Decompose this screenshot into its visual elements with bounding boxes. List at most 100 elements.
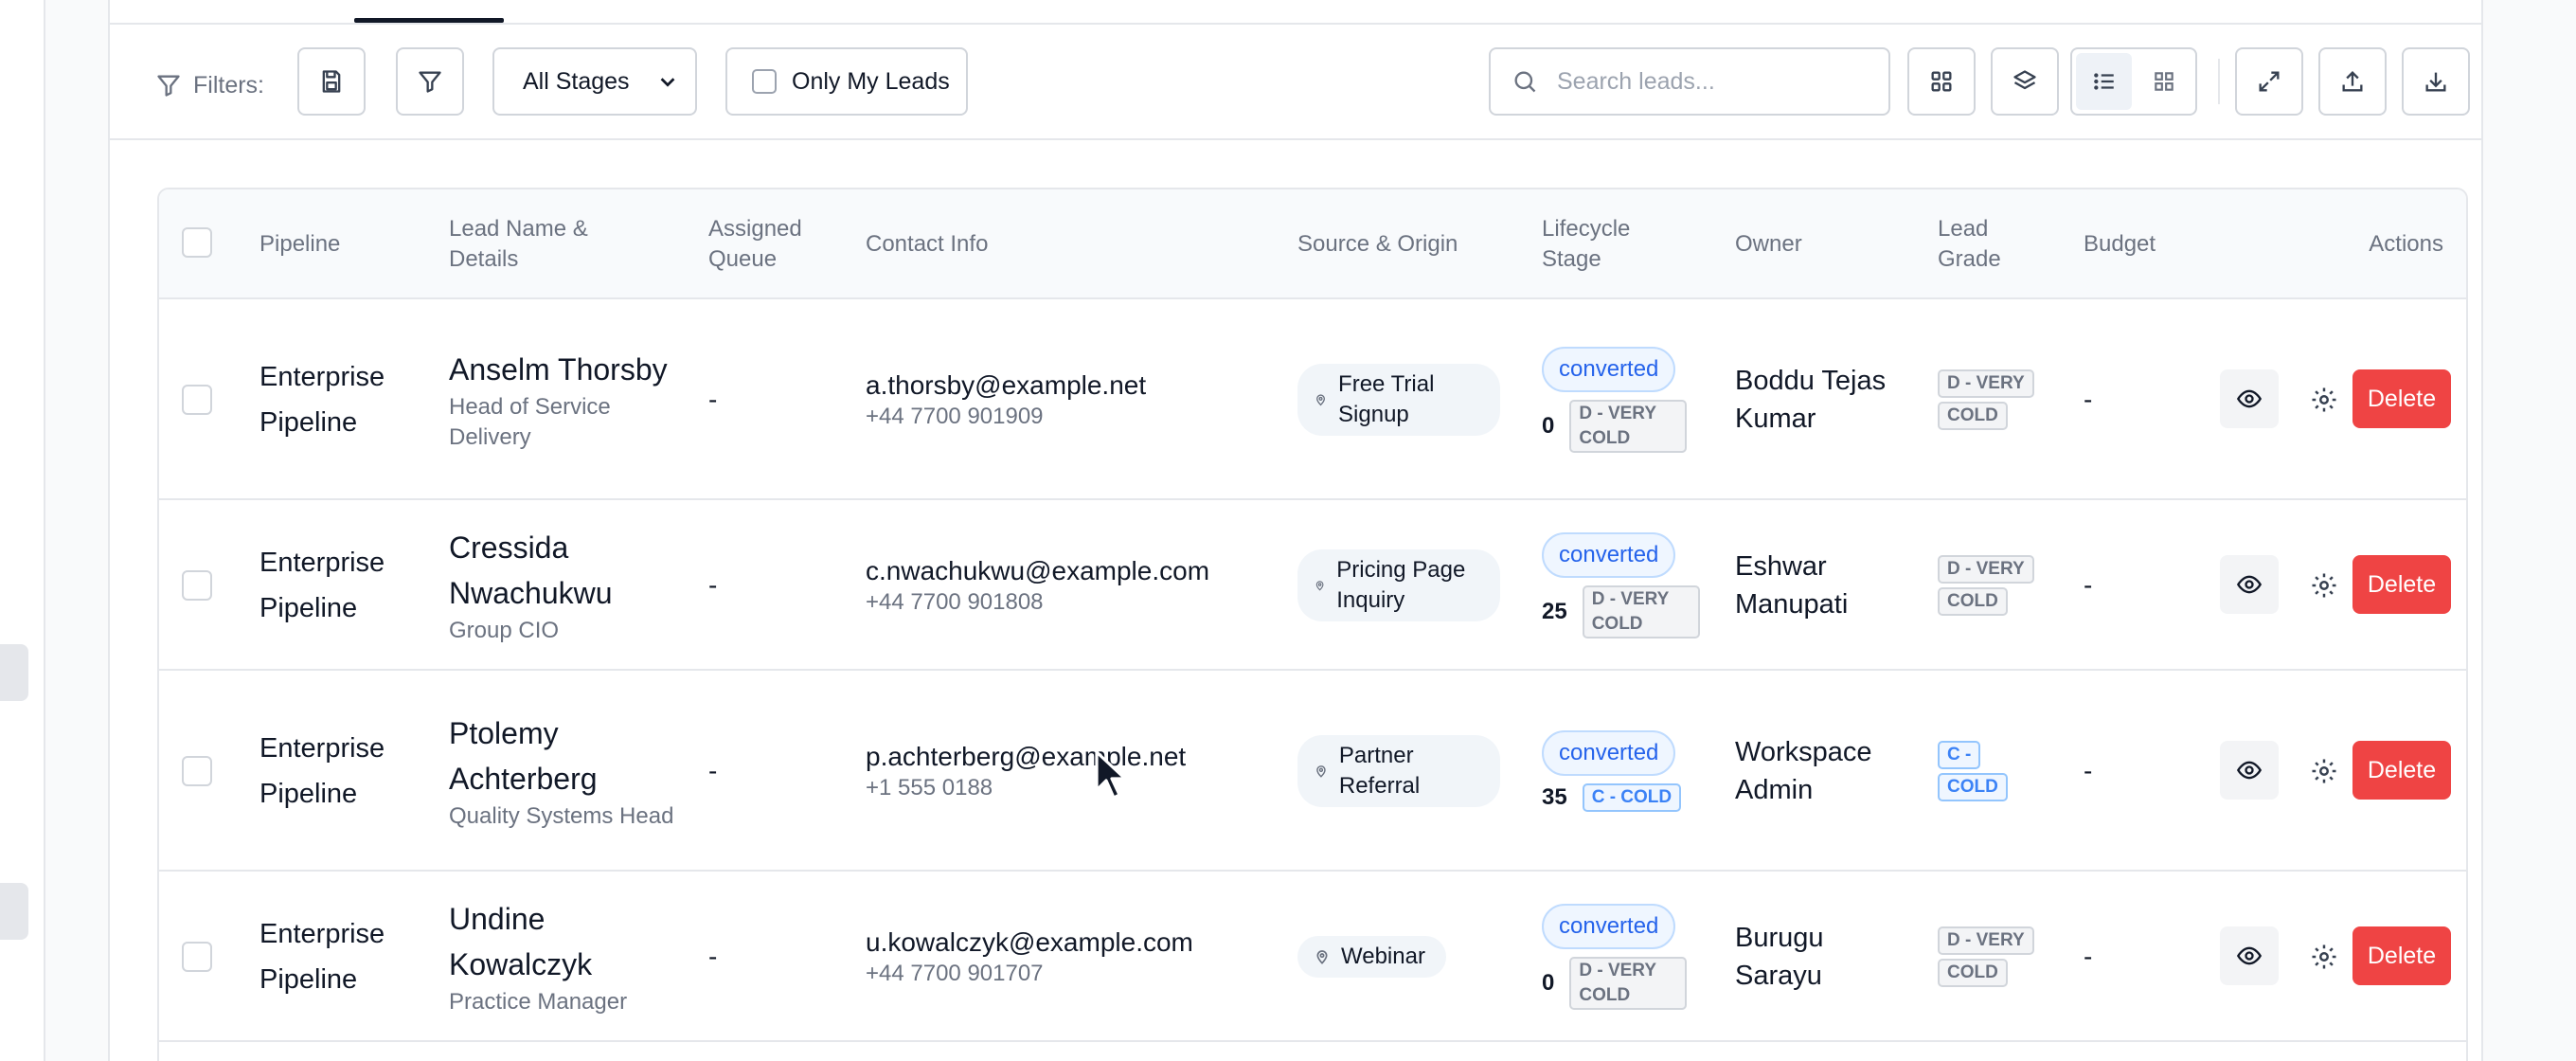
table-row[interactable]: Enterprise Pipeline Cressida Nwachukwu G… [159, 500, 2466, 671]
contact-email[interactable]: p.achterberg@example.net [866, 740, 1186, 774]
source-text: Webinar [1341, 944, 1425, 969]
lead-name[interactable]: Undine Kowalczyk [449, 896, 676, 987]
mouse-cursor-icon [1095, 750, 1127, 800]
contact-email[interactable]: c.nwachukwu@example.com [866, 554, 1209, 588]
toolbar-divider [2218, 59, 2220, 104]
upload-icon [2342, 71, 2363, 92]
gear-icon [2312, 759, 2336, 783]
view-lead-button[interactable] [2220, 369, 2279, 428]
grid-icon [2154, 72, 2174, 91]
select-all-checkbox[interactable] [182, 227, 212, 258]
lead-settings-button[interactable] [2303, 565, 2345, 606]
outer-sidebar-strip [0, 0, 45, 1061]
lifecycle-stage-badge: converted [1542, 730, 1676, 776]
view-lead-button[interactable] [2220, 741, 2279, 800]
lead-score: 0 [1542, 413, 1555, 439]
contact-phone: +44 7700 901707 [866, 961, 1044, 986]
row-checkbox[interactable] [182, 756, 212, 786]
leads-panel: Filters: All Stages Only My Leads Search… [108, 0, 2483, 1061]
column-header-lead-name[interactable]: Lead Name & Details [449, 189, 610, 299]
owner-name: Boddu Tejas Kumar [1735, 366, 1887, 434]
table-row[interactable] [159, 1042, 2466, 1061]
stage-select-value: All Stages [523, 67, 630, 95]
contact-phone: +44 7700 901909 [866, 404, 1044, 429]
lead-grade-badge: COLD [1938, 402, 2008, 430]
eye-icon [2236, 575, 2263, 594]
export-button[interactable] [2402, 47, 2470, 116]
column-header-lead-grade[interactable]: Lead Grade [1938, 189, 2013, 299]
eye-icon [2236, 389, 2263, 408]
fullscreen-button[interactable] [2235, 47, 2303, 116]
assigned-queue: - [708, 385, 718, 414]
pipeline-name: Enterprise Pipeline [259, 362, 385, 438]
table-row[interactable]: Enterprise Pipeline Ptolemy Achterberg Q… [159, 671, 2466, 872]
lead-settings-button[interactable] [2303, 379, 2345, 421]
source-badge: Webinar [1297, 936, 1446, 978]
sidebar-collapse-tab[interactable] [0, 883, 28, 940]
column-header-pipeline[interactable]: Pipeline [259, 189, 340, 299]
import-button[interactable] [2318, 47, 2387, 116]
row-checkbox[interactable] [182, 385, 212, 415]
view-lead-button[interactable] [2220, 926, 2279, 985]
lead-title: Quality Systems Head [449, 803, 674, 829]
column-header-source-origin[interactable]: Source & Origin [1297, 189, 1458, 299]
chevron-down-icon [660, 78, 675, 87]
score-grade-badge: D - VERY COLD [1569, 400, 1688, 453]
contact-email[interactable]: a.thorsby@example.net [866, 369, 1146, 403]
lead-grade-badge: C - [1938, 741, 1981, 769]
lead-grade-badge: D - VERY [1938, 926, 2034, 955]
lead-name[interactable]: Anselm Thorsby [449, 347, 676, 392]
advanced-filter-button[interactable] [396, 47, 464, 116]
lead-name[interactable]: Cressida Nwachukwu [449, 525, 676, 616]
only-my-leads-label: Only My Leads [792, 67, 950, 95]
table-row[interactable]: Enterprise Pipeline Anselm Thorsby Head … [159, 299, 2466, 500]
location-pin-icon [1316, 950, 1328, 964]
save-icon [322, 70, 341, 93]
contact-email[interactable]: u.kowalczyk@example.com [866, 926, 1193, 960]
delete-lead-button[interactable]: Delete [2352, 369, 2451, 428]
table-row[interactable]: Enterprise Pipeline Undine Kowalczyk Pra… [159, 872, 2466, 1042]
sidebar-collapse-tab[interactable] [0, 644, 28, 701]
lead-score: 0 [1542, 970, 1555, 996]
view-lead-button[interactable] [2220, 555, 2279, 614]
location-pin-icon [1315, 581, 1324, 591]
column-header-contact-info[interactable]: Contact Info [866, 189, 988, 299]
search-input[interactable] [1557, 67, 1869, 96]
delete-lead-button[interactable]: Delete [2352, 741, 2451, 800]
assigned-queue: - [708, 942, 718, 971]
only-my-leads-toggle[interactable]: Only My Leads [725, 47, 968, 116]
filter-icon [157, 75, 180, 97]
delete-lead-button[interactable]: Delete [2352, 555, 2451, 614]
eye-icon [2236, 946, 2263, 965]
lead-settings-button[interactable] [2303, 750, 2345, 792]
row-checkbox[interactable] [182, 942, 212, 972]
only-my-leads-checkbox[interactable] [752, 69, 777, 94]
budget-value: - [2084, 385, 2093, 414]
grid-layout-button[interactable] [1907, 47, 1976, 116]
lead-score: 35 [1542, 784, 1567, 810]
lead-grade-badge: D - VERY [1938, 555, 2034, 584]
save-filter-button[interactable] [297, 47, 366, 116]
grid-icon [1931, 71, 1952, 92]
card-view-button[interactable] [2136, 53, 2191, 110]
budget-value: - [2084, 570, 2093, 600]
table-header: Pipeline Lead Name & Details Assigned Qu… [159, 189, 2466, 299]
column-header-owner[interactable]: Owner [1735, 189, 1802, 299]
owner-name: Burugu Sarayu [1735, 923, 1824, 991]
column-header-budget[interactable]: Budget [2084, 189, 2156, 299]
layers-button[interactable] [1991, 47, 2059, 116]
location-pin-icon [1316, 394, 1326, 406]
column-header-lifecycle-stage[interactable]: Lifecycle Stage [1542, 189, 1655, 299]
list-view-button[interactable] [2076, 53, 2132, 110]
lead-name[interactable]: Ptolemy Achterberg [449, 710, 676, 801]
budget-value: - [2084, 942, 2093, 971]
row-checkbox[interactable] [182, 570, 212, 601]
stage-select[interactable]: All Stages [492, 47, 697, 116]
filters-toolbar: Filters: All Stages Only My Leads [110, 25, 2481, 140]
lead-grade-badge: COLD [1938, 587, 2008, 616]
lead-grade-badge: D - VERY [1938, 369, 2034, 398]
lead-title: Group CIO [449, 618, 560, 643]
delete-lead-button[interactable]: Delete [2352, 926, 2451, 985]
lead-settings-button[interactable] [2303, 936, 2345, 978]
column-header-assigned-queue[interactable]: Assigned Queue [708, 189, 822, 299]
